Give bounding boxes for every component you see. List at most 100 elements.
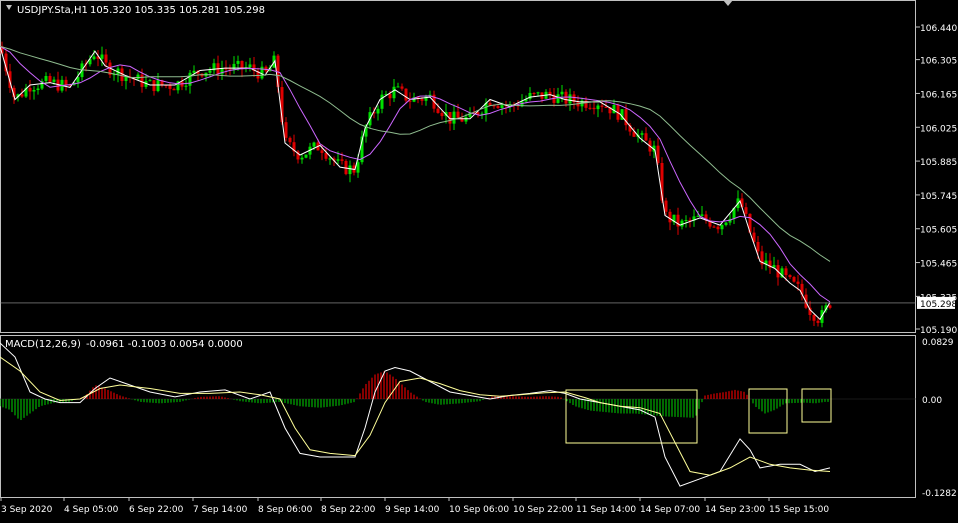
macd-tick-label: -0.1282 (922, 489, 957, 499)
chart-canvas[interactable]: 106.440 106.305 106.165 106.025 105.885 105.7… (0, 0, 958, 518)
price-tick-label: 105.190 (920, 326, 957, 336)
candle-body[interactable] (376, 108, 380, 114)
candle-body[interactable] (556, 94, 560, 103)
candle-body[interactable] (828, 305, 832, 308)
candle-body[interactable] (48, 76, 52, 82)
candle-body[interactable] (604, 106, 608, 108)
candle-body[interactable] (32, 89, 36, 92)
candle-body[interactable] (684, 219, 688, 221)
candle-body[interactable] (140, 74, 144, 87)
candle-body[interactable] (188, 72, 192, 86)
price-tick-label: 106.440 (920, 24, 957, 34)
candle-body[interactable] (456, 111, 460, 118)
candle-body[interactable] (640, 133, 644, 135)
price-tick-label: 105.745 (920, 192, 957, 202)
signal-line (0, 356, 831, 476)
candle-body[interactable] (104, 54, 108, 63)
candle-body[interactable] (784, 268, 788, 276)
candle-body[interactable] (724, 222, 728, 226)
candle-body[interactable] (284, 122, 288, 138)
candle-body[interactable] (756, 241, 760, 252)
candle-body[interactable] (400, 86, 404, 89)
candle-body[interactable] (612, 105, 616, 114)
candle-body[interactable] (36, 88, 40, 90)
candle-body[interactable] (560, 91, 564, 95)
candle-body[interactable] (184, 85, 188, 87)
candle-body[interactable] (172, 88, 176, 91)
macd-tick-label: 0.00 (922, 396, 942, 406)
candle-body[interactable] (236, 60, 240, 64)
candle-body[interactable] (312, 142, 316, 147)
candle-body[interactable] (380, 94, 384, 109)
candle-body[interactable] (392, 86, 396, 99)
candle-body[interactable] (328, 158, 332, 160)
candle-body[interactable] (340, 159, 344, 161)
candle-body[interactable] (64, 79, 68, 85)
candle-body[interactable] (156, 80, 160, 92)
candle-body[interactable] (596, 105, 600, 110)
candle-body[interactable] (356, 162, 360, 173)
annotation-box[interactable] (801, 388, 832, 423)
candle-body[interactable] (92, 56, 96, 60)
candle-body[interactable] (744, 207, 748, 214)
candle-body[interactable] (228, 68, 232, 70)
price-panel[interactable] (0, 41, 916, 328)
trading-chart-window: 106.440 106.305 106.165 106.025 105.885 105.7… (0, 0, 958, 518)
candle-body[interactable] (712, 226, 716, 228)
candle-body[interactable] (20, 94, 24, 97)
candle-body[interactable] (152, 80, 156, 92)
candle-body[interactable] (452, 111, 456, 124)
candle-body[interactable] (792, 277, 796, 282)
time-tick-label: 3 Sep 2020 (1, 505, 53, 515)
macd-panel[interactable] (0, 342, 916, 487)
candle-body[interactable] (436, 108, 440, 113)
candle-body[interactable] (304, 154, 308, 158)
candle-body[interactable] (208, 70, 212, 73)
candle-body[interactable] (288, 137, 292, 143)
candle-body[interactable] (440, 112, 444, 117)
candle-body[interactable] (348, 165, 352, 175)
candle-body[interactable] (668, 211, 672, 223)
candle-body[interactable] (564, 91, 568, 104)
chart-shift-icon[interactable] (6, 5, 12, 10)
candle-body[interactable] (700, 214, 704, 216)
candle-body[interactable] (248, 64, 252, 68)
candle-body[interactable] (168, 85, 172, 89)
candle-body[interactable] (336, 159, 340, 161)
candle-body[interactable] (588, 107, 592, 109)
price-tick-label: 106.305 (920, 57, 957, 67)
candle-body[interactable] (420, 99, 424, 101)
candle-body[interactable] (324, 152, 328, 159)
candle-body[interactable] (788, 275, 792, 278)
candle-body[interactable] (536, 92, 540, 94)
candle-body[interactable] (388, 94, 392, 99)
candle-body[interactable] (592, 107, 596, 110)
candle-body[interactable] (720, 225, 724, 230)
candle-body[interactable] (812, 314, 816, 321)
ohlc-values: 105.320 105.335 105.281 105.298 (90, 5, 265, 16)
candle-body[interactable] (600, 105, 604, 107)
candle-body[interactable] (404, 88, 408, 101)
candle-body[interactable] (644, 133, 648, 141)
candle-body[interactable] (816, 320, 820, 323)
candle-body[interactable] (500, 105, 504, 108)
candle-body[interactable] (100, 54, 104, 59)
candle-body[interactable] (28, 87, 32, 92)
candle-body[interactable] (192, 70, 196, 73)
ma-slow-line (0, 45, 831, 303)
candle-body[interactable] (496, 106, 500, 108)
candle-body[interactable] (568, 94, 572, 104)
candle-body[interactable] (796, 281, 800, 284)
candle-body[interactable] (716, 226, 720, 230)
candle-body[interactable] (148, 80, 152, 82)
candle-body[interactable] (696, 215, 700, 217)
candle-body[interactable] (300, 157, 304, 160)
price-tick-label: 105.465 (920, 260, 957, 270)
candle-body[interactable] (44, 76, 48, 82)
candle-body[interactable] (52, 79, 56, 82)
candle-body[interactable] (664, 200, 668, 212)
candle-body[interactable] (396, 86, 400, 88)
candle-body[interactable] (136, 74, 140, 80)
candle-body[interactable] (532, 93, 536, 95)
candle-body[interactable] (320, 150, 324, 153)
